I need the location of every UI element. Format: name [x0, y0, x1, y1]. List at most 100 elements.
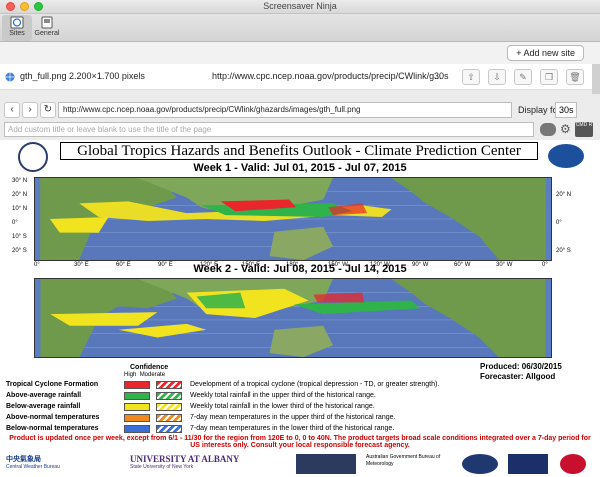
legend-desc: Weekly total rainfall in the lower third…: [190, 403, 375, 410]
title-row: Add custom title or leave blank to use t…: [0, 122, 600, 138]
legend-swatch-moderate: [156, 425, 182, 433]
albany-name: UNIVERSITY AT ALBANY: [130, 454, 240, 464]
legend-desc: 7-day mean temperatures in the lower thi…: [190, 425, 395, 432]
legend-name: Below-normal temperatures: [6, 425, 99, 432]
lon-label: 150° W: [328, 262, 348, 268]
legend-swatch-high: [124, 403, 150, 411]
legend-name: Tropical Cyclone Formation: [6, 381, 99, 388]
gear-icon[interactable]: ⚙: [560, 123, 571, 136]
tab-sites[interactable]: Sites: [2, 15, 32, 41]
lat-label: 0°: [12, 220, 18, 226]
cwb-en: Central Weather Bureau: [6, 464, 60, 470]
nps-logo: [508, 454, 548, 474]
add-site-button[interactable]: + Add new site: [507, 45, 584, 61]
app-window: Screensaver Ninja Sites General + Add ne…: [0, 0, 600, 477]
cwb-logo: 中央氣象局 Central Weather Bureau: [6, 454, 76, 474]
tab-general[interactable]: General: [32, 15, 62, 41]
lon-label: 60° W: [454, 262, 471, 268]
legend-swatch-moderate: [156, 414, 182, 422]
preview-eye-icon[interactable]: [540, 123, 556, 136]
legend-swatch-high: [124, 414, 150, 422]
sites-icon: [10, 16, 24, 29]
toolbar: Sites General: [0, 14, 600, 42]
move-down-button[interactable]: ⇩: [488, 69, 506, 85]
title-bar: Screensaver Ninja: [0, 0, 600, 14]
tab-general-label: General: [34, 30, 60, 37]
general-icon: [41, 16, 53, 29]
partner-logo: [462, 454, 498, 474]
produced-date: Produced: 06/30/2015: [480, 362, 562, 371]
tab-sites-label: Sites: [9, 30, 25, 37]
lon-label: 90° W: [412, 262, 429, 268]
albany-logo: UNIVERSITY AT ALBANY State University of…: [130, 454, 260, 474]
scrollbar[interactable]: [592, 64, 600, 94]
display-duration-field[interactable]: 30s: [555, 102, 577, 118]
url-field[interactable]: http://www.cpc.ncep.noaa.gov/products/pr…: [58, 102, 512, 118]
legend-desc: 7-day mean temperatures in the upper thi…: [190, 414, 396, 421]
site-duration: 30s: [434, 71, 449, 81]
lat-label: 20° S: [556, 248, 571, 254]
albany-sub: State University of New York: [130, 464, 194, 470]
lon-label: 30° W: [496, 262, 513, 268]
arrow-down-icon: ⇩: [493, 72, 501, 82]
edit-site-button[interactable]: ✎: [514, 69, 532, 85]
lon-label: 180°: [286, 262, 299, 268]
bom-name: Australian Government Bureau of Meteorol…: [366, 454, 441, 467]
copy-icon: ❐: [544, 72, 554, 82]
confidence-levels: High Moderate: [124, 372, 165, 378]
legend-swatch-high: [124, 425, 150, 433]
legend-row: Below-normal temperatures 7-day mean tem…: [6, 425, 566, 434]
partner-logos: 中央氣象局 Central Weather Bureau UNIVERSITY …: [0, 452, 600, 477]
delete-site-button[interactable]: 🗑: [566, 69, 584, 85]
lon-label: 60° E: [116, 262, 131, 268]
forecaster-name: Forecaster: Allgood: [480, 372, 556, 381]
duplicate-site-button[interactable]: ❐: [540, 69, 558, 85]
week1-title: Week 1 - Valid: Jul 01, 2015 - Jul 07, 2…: [193, 162, 407, 174]
globe-icon: [5, 72, 15, 82]
move-up-button[interactable]: ⇧: [462, 69, 480, 85]
shortcut-badge[interactable]: CMD R: [575, 122, 593, 137]
partner-logo: [296, 454, 356, 474]
custom-title-input[interactable]: Add custom title or leave blank to use t…: [4, 122, 534, 137]
confidence-high: High: [124, 372, 137, 378]
trash-icon: 🗑: [569, 72, 581, 82]
reload-button[interactable]: ↻: [40, 102, 56, 118]
lat-label: 20° S: [12, 248, 27, 254]
bom-logo: Australian Government Bureau of Meteorol…: [366, 454, 450, 474]
site-name: gth_full.png 2.200×1.700 pixels: [20, 71, 145, 81]
lat-label: 20° N: [556, 192, 572, 198]
chevron-left-icon: ‹: [10, 104, 14, 115]
lat-label: 20° N: [12, 192, 28, 198]
legend-row: Below-average rainfall Weekly total rain…: [6, 403, 566, 412]
partner-logo: [560, 454, 586, 474]
lon-label: 120° W: [370, 262, 390, 268]
week1-map: [34, 177, 552, 261]
lon-label: 120° E: [200, 262, 219, 268]
legend-name: Above-normal temperatures: [6, 414, 100, 421]
legend-swatch-moderate: [156, 381, 182, 389]
chevron-right-icon: ›: [28, 104, 32, 115]
lon-label: 150° E: [242, 262, 261, 268]
site-list-item[interactable]: gth_full.png 2.200×1.700 pixels http://w…: [0, 64, 592, 90]
lat-label: 10° N: [12, 206, 28, 212]
legend-name: Above-average rainfall: [6, 392, 82, 399]
back-button[interactable]: ‹: [4, 102, 20, 118]
legend-desc: Weekly total rainfall in the upper third…: [190, 392, 376, 399]
legend-row: Above-average rainfall Weekly total rain…: [6, 392, 566, 401]
nav-row: ‹ › ↻ http://www.cpc.ncep.noaa.gov/produ…: [0, 102, 600, 120]
legend-swatch-moderate: [156, 403, 182, 411]
window-title: Screensaver Ninja: [263, 1, 337, 11]
page-preview: Global Tropics Hazards and Benefits Outl…: [0, 140, 600, 477]
legend-name: Below-average rainfall: [6, 403, 81, 410]
forward-button[interactable]: ›: [22, 102, 38, 118]
reload-icon: ↻: [43, 104, 53, 115]
arrow-up-icon: ⇧: [467, 72, 475, 82]
pencil-icon: ✎: [519, 72, 527, 82]
legend-desc: Development of a tropical cyclone (tropi…: [190, 381, 440, 388]
preview-header-title: Global Tropics Hazards and Benefits Outl…: [60, 142, 538, 160]
site-list-header: + Add new site: [0, 42, 600, 64]
legend-row: Above-normal temperatures 7-day mean tem…: [6, 414, 566, 423]
legend-swatch-moderate: [156, 392, 182, 400]
lat-label: 10° S: [12, 234, 27, 240]
product-note: Product is updated once per week, except…: [9, 435, 591, 449]
